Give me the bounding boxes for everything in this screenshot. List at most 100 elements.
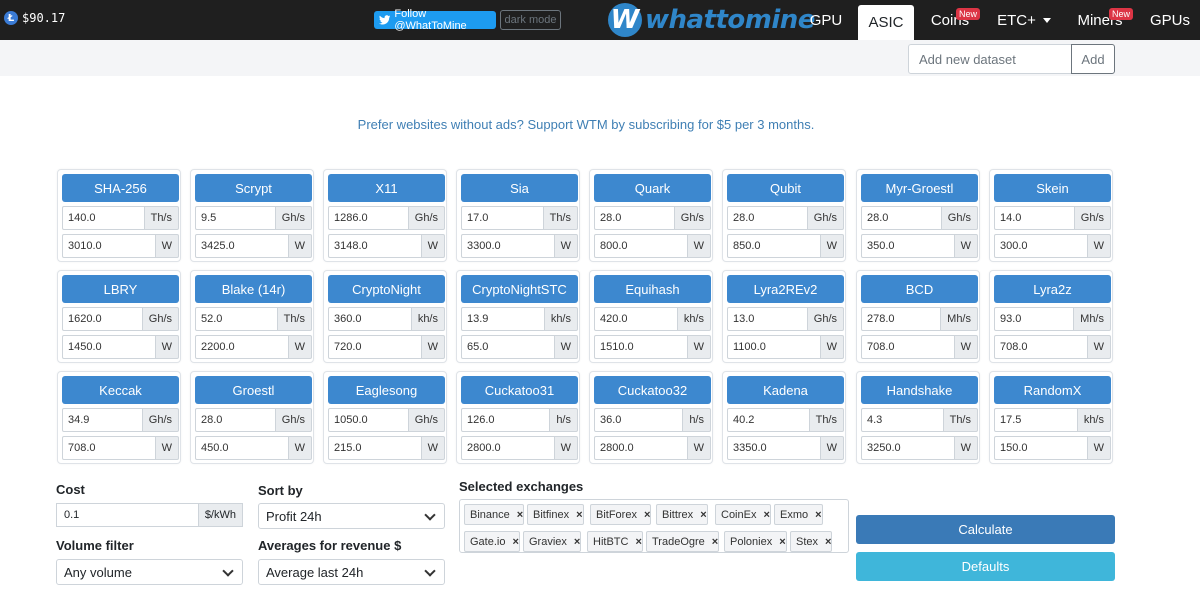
algo-toggle-button[interactable]: RandomX [994,376,1111,404]
algo-toggle-button[interactable]: X11 [328,174,445,202]
nav-coins[interactable]: Coins [928,0,972,40]
algo-toggle-button[interactable]: Scrypt [195,174,312,202]
hashrate-input[interactable]: 1050.0 [328,408,409,432]
calculate-button[interactable]: Calculate [856,515,1115,544]
algo-toggle-button[interactable]: LBRY [62,275,179,303]
algo-toggle-button[interactable]: Equihash [594,275,711,303]
power-input[interactable]: 1100.0 [727,335,821,359]
hashrate-input[interactable]: 28.0 [594,206,675,230]
power-input[interactable]: 3425.0 [195,234,289,258]
algo-toggle-button[interactable]: Blake (14r) [195,275,312,303]
hashrate-input[interactable]: 14.0 [994,206,1075,230]
remove-exchange-icon[interactable]: × [700,509,706,521]
algo-toggle-button[interactable]: CryptoNightSTC [461,275,578,303]
hashrate-input[interactable]: 17.5 [994,408,1078,432]
hashrate-input[interactable]: 36.0 [594,408,684,432]
cost-value[interactable]: 0.1 [56,503,199,527]
power-input[interactable]: 1510.0 [594,335,688,359]
hashrate-input[interactable]: 34.9 [62,408,143,432]
algo-toggle-button[interactable]: SHA-256 [62,174,179,202]
power-input[interactable]: 708.0 [861,335,955,359]
hashrate-input[interactable]: 28.0 [861,206,942,230]
power-input[interactable]: 1450.0 [62,335,156,359]
remove-exchange-icon[interactable]: × [576,509,582,521]
hashrate-input[interactable]: 93.0 [994,307,1075,331]
remove-exchange-icon[interactable]: × [763,509,769,521]
remove-exchange-icon[interactable]: × [517,509,523,521]
power-input[interactable]: 2200.0 [195,335,289,359]
algo-toggle-button[interactable]: Keccak [62,376,179,404]
algo-toggle-button[interactable]: Kadena [727,376,844,404]
electricity-cost-input[interactable]: 0.1 $/kWh [56,503,243,527]
nav-etc-dropdown[interactable]: ETC+ [994,0,1054,40]
algo-toggle-button[interactable]: Myr-Groestl [861,174,978,202]
algo-toggle-button[interactable]: Quark [594,174,711,202]
hashrate-input[interactable]: 28.0 [727,206,808,230]
power-input[interactable]: 3300.0 [461,234,555,258]
nav-asic[interactable]: ASIC [858,5,914,40]
hashrate-input[interactable]: 4.3 [861,408,944,432]
hashrate-input[interactable]: 28.0 [195,408,276,432]
averages-select[interactable]: Average last 24h [258,559,445,585]
hashrate-input[interactable]: 1286.0 [328,206,409,230]
hashrate-input[interactable]: 9.5 [195,206,276,230]
power-input[interactable]: 150.0 [994,436,1088,460]
power-input[interactable]: 450.0 [195,436,289,460]
power-input[interactable]: 65.0 [461,335,555,359]
power-input[interactable]: 2800.0 [594,436,688,460]
remove-exchange-icon[interactable]: × [779,536,785,548]
power-input[interactable]: 708.0 [62,436,156,460]
algo-toggle-button[interactable]: Handshake [861,376,978,404]
twitter-follow-button[interactable]: Follow @WhatToMine [374,8,496,32]
hashrate-input[interactable]: 13.0 [727,307,808,331]
add-dataset-button[interactable]: Add [1071,44,1115,74]
hashrate-input[interactable]: 140.0 [62,206,145,230]
algo-toggle-button[interactable]: Cuckatoo31 [461,376,578,404]
hashrate-input[interactable]: 420.0 [594,307,678,331]
remove-exchange-icon[interactable]: × [815,509,821,521]
power-input[interactable]: 3148.0 [328,234,422,258]
add-dataset-input[interactable]: Add new dataset [908,44,1072,74]
algo-toggle-button[interactable]: Cuckatoo32 [594,376,711,404]
defaults-button[interactable]: Defaults [856,552,1115,581]
power-input[interactable]: 850.0 [727,234,821,258]
hashrate-input[interactable]: 360.0 [328,307,412,331]
dark-mode-button[interactable]: dark mode [500,10,561,30]
hashrate-input[interactable]: 40.2 [727,408,810,432]
algo-toggle-button[interactable]: Lyra2REv2 [727,275,844,303]
power-input[interactable]: 300.0 [994,234,1088,258]
hashrate-input[interactable]: 13.9 [461,307,545,331]
volume-filter-select[interactable]: Any volume [56,559,243,585]
hashrate-input[interactable]: 1620.0 [62,307,143,331]
power-input[interactable]: 3250.0 [861,436,955,460]
remove-exchange-icon[interactable]: × [574,536,580,548]
algo-toggle-button[interactable]: BCD [861,275,978,303]
power-input[interactable]: 3010.0 [62,234,156,258]
power-input[interactable]: 215.0 [328,436,422,460]
power-input[interactable]: 2800.0 [461,436,555,460]
algo-toggle-button[interactable]: Lyra2z [994,275,1111,303]
power-input[interactable]: 350.0 [861,234,955,258]
whattomine-logo[interactable]: W whattomine [608,3,815,37]
algo-toggle-button[interactable]: Sia [461,174,578,202]
remove-exchange-icon[interactable]: × [635,536,641,548]
algo-toggle-button[interactable]: CryptoNight [328,275,445,303]
power-input[interactable]: 3350.0 [727,436,821,460]
subscription-promo-link[interactable]: Prefer websites without ads? Support WTM… [0,117,1172,132]
power-input[interactable]: 708.0 [994,335,1088,359]
hashrate-input[interactable]: 17.0 [461,206,544,230]
power-input[interactable]: 800.0 [594,234,688,258]
nav-gpus[interactable]: GPUs [1148,0,1192,40]
algo-toggle-button[interactable]: Eaglesong [328,376,445,404]
hashrate-input[interactable]: 278.0 [861,307,942,331]
algo-toggle-button[interactable]: Groestl [195,376,312,404]
algo-toggle-button[interactable]: Skein [994,174,1111,202]
power-input[interactable]: 720.0 [328,335,422,359]
remove-exchange-icon[interactable]: × [712,536,718,548]
sort-by-select[interactable]: Profit 24h [258,503,445,529]
algo-toggle-button[interactable]: Qubit [727,174,844,202]
remove-exchange-icon[interactable]: × [825,536,831,548]
remove-exchange-icon[interactable]: × [644,509,650,521]
remove-exchange-icon[interactable]: × [512,536,518,548]
nav-miners[interactable]: Miners [1074,0,1126,40]
